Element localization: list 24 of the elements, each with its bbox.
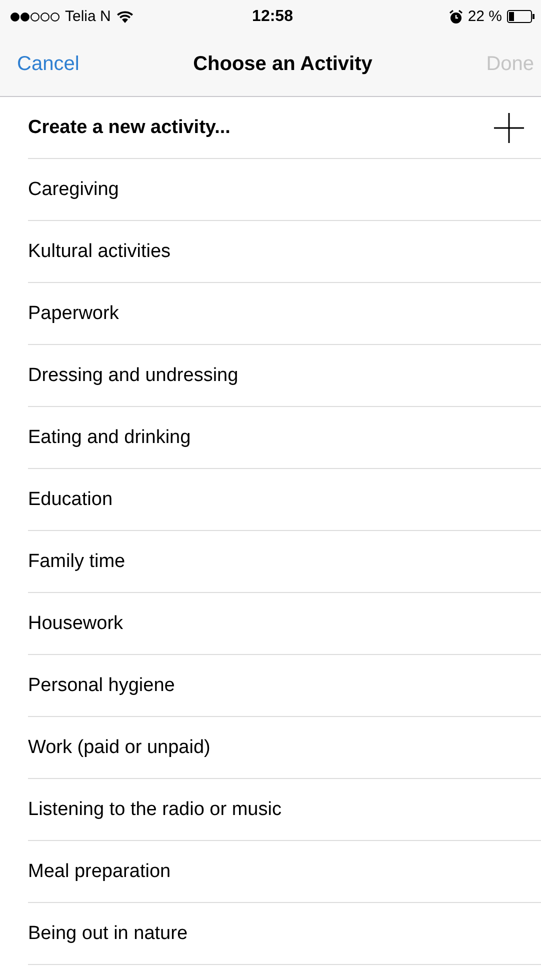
clock-time: 12:58 bbox=[252, 8, 293, 26]
activity-item[interactable]: Work (paid or unpaid) bbox=[28, 736, 210, 758]
activity-item[interactable]: Kultural activities bbox=[28, 240, 171, 262]
activity-item[interactable]: Housework bbox=[28, 612, 124, 634]
activity-item[interactable]: Eating and drinking bbox=[28, 426, 191, 448]
battery-icon bbox=[507, 10, 536, 23]
battery-percent: 22 % bbox=[468, 8, 502, 25]
add-icon[interactable] bbox=[493, 112, 525, 144]
cancel-button[interactable]: Cancel bbox=[17, 53, 80, 76]
wifi-icon bbox=[116, 10, 134, 23]
activity-item[interactable]: Caregiving bbox=[28, 178, 119, 200]
signal-icon bbox=[10, 12, 60, 22]
activity-item[interactable]: Listening to the radio or music bbox=[28, 798, 282, 820]
activity-item[interactable]: Being out in nature bbox=[28, 922, 188, 944]
create-activity-item[interactable]: Create a new activity... bbox=[28, 116, 230, 138]
activity-item[interactable]: Education bbox=[28, 488, 113, 510]
activity-item[interactable]: Personal hygiene bbox=[28, 674, 175, 696]
activity-item[interactable]: Family time bbox=[28, 550, 126, 572]
activity-item[interactable]: Paperwork bbox=[28, 302, 119, 324]
screen-title: Choose an Activity bbox=[193, 53, 372, 76]
carrier-name: Telia N bbox=[65, 8, 111, 25]
alarm-icon bbox=[448, 10, 463, 24]
activity-item[interactable]: Meal preparation bbox=[28, 860, 171, 882]
activity-item[interactable]: Dressing and undressing bbox=[28, 364, 238, 386]
